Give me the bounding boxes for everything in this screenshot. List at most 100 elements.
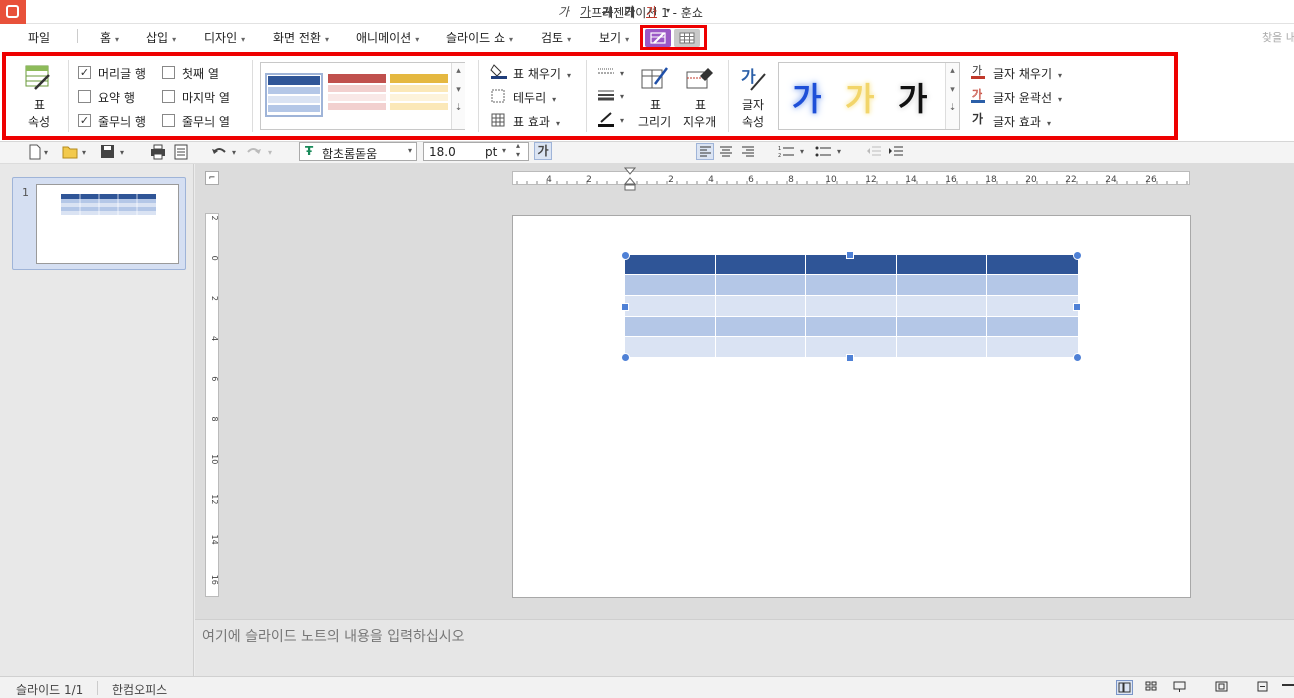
numbered-list-icon[interactable]: 1 2 ▾ (778, 144, 808, 162)
table-cell[interactable] (896, 337, 988, 358)
ruler-tick-label: 14 (210, 535, 218, 545)
menu-transition[interactable]: 화면 전환 ▾ (273, 29, 329, 46)
resize-handle-bottom-left[interactable] (621, 353, 630, 362)
font-type-icon: Ŧ (305, 144, 314, 158)
print-preview-icon[interactable] (174, 144, 188, 163)
undo-icon[interactable]: ▾ (210, 144, 240, 163)
normal-view-icon[interactable] (1116, 680, 1133, 695)
table-cell[interactable] (987, 295, 1078, 317)
svg-text:▾: ▾ (120, 148, 124, 157)
table-cell[interactable] (987, 316, 1078, 338)
svg-text:▾: ▾ (268, 148, 272, 157)
menu-design[interactable]: 디자인 ▾ (204, 29, 245, 46)
resize-handle-right[interactable] (1073, 303, 1081, 311)
table-header-cell[interactable] (987, 255, 1078, 275)
ruler-tick-label: 12 (865, 175, 876, 184)
menu-insert[interactable]: 삽입 ▾ (146, 29, 176, 46)
font-dropdown-icon[interactable]: ▾ (408, 146, 412, 155)
resize-handle-bottom-right[interactable] (1073, 353, 1082, 362)
align-center-icon[interactable] (718, 144, 734, 162)
ruler-tick-label: 22 (1065, 175, 1076, 184)
vertical-ruler-ticks: 2 0 2 4 6 8 10 12 14 16 (210, 215, 219, 585)
table-cell[interactable] (896, 316, 988, 338)
status-slide-count: 슬라이드 1/1 (16, 683, 84, 697)
decrease-indent-icon[interactable] (866, 144, 882, 162)
table-header-cell[interactable] (625, 255, 716, 275)
table-design-tab-icon[interactable] (645, 29, 671, 47)
table-cell[interactable] (715, 337, 807, 358)
align-right-icon[interactable] (740, 144, 756, 162)
table-header-cell[interactable] (896, 255, 988, 275)
ruler-tick-label: 4 (210, 336, 218, 341)
menu-slideshow[interactable]: 슬라이드 쇼 ▾ (446, 29, 513, 46)
search-hint[interactable]: 찾을 내 (1262, 29, 1294, 45)
table-cell[interactable] (625, 316, 716, 338)
increase-indent-icon[interactable] (888, 144, 904, 162)
font-color-button[interactable]: 가 (646, 3, 657, 20)
save-icon[interactable]: ▾ (100, 144, 128, 163)
new-document-icon[interactable]: ▾ (28, 144, 52, 163)
table-cell[interactable] (896, 295, 988, 317)
slideshow-view-icon[interactable] (1172, 680, 1189, 695)
print-icon[interactable] (150, 144, 166, 163)
font-size-input[interactable]: 18.0 pt ▾ ▴ ▾ (423, 141, 529, 161)
table-cell[interactable] (625, 337, 716, 358)
table-cell[interactable] (806, 295, 897, 317)
fit-window-icon[interactable] (1214, 680, 1231, 695)
table-cell[interactable] (806, 275, 897, 296)
table-header-cell[interactable] (715, 255, 807, 275)
resize-handle-top[interactable] (846, 251, 854, 259)
resize-handle-left[interactable] (621, 303, 629, 311)
shadow-button[interactable]: 가 (624, 3, 635, 20)
ruler-tick-label: 4 (708, 175, 714, 184)
vertical-ruler[interactable]: 2 0 2 4 6 8 10 12 14 16 (205, 213, 219, 597)
menu-home[interactable]: 홈 ▾ (100, 29, 119, 46)
tab-stop-selector[interactable]: ⌐ (205, 171, 219, 185)
ruler-tick-label: 26 (1145, 175, 1157, 184)
table-cell[interactable] (987, 337, 1078, 358)
resize-handle-bottom[interactable] (846, 354, 854, 362)
align-left-icon[interactable] (696, 143, 714, 160)
menu-view[interactable]: 보기 ▾ (599, 29, 629, 46)
resize-handle-top-right[interactable] (1073, 251, 1082, 260)
slide-table[interactable] (625, 255, 1078, 358)
svg-text:▾: ▾ (800, 147, 804, 156)
font-color-dropdown-icon[interactable]: ▾ (666, 6, 670, 15)
slide-notes-placeholder[interactable]: 여기에 슬라이드 노트의 내용을 입력하십시오 (202, 626, 465, 646)
ruler-tick-label: 16 (210, 575, 218, 585)
table-cell[interactable] (715, 295, 807, 317)
underline-button[interactable]: 가 (580, 3, 591, 20)
svg-text:▾: ▾ (837, 147, 841, 156)
table-cell[interactable] (625, 295, 716, 317)
ruler-tick-label: 4 (546, 175, 552, 184)
bullet-list-icon[interactable]: ▾ (815, 144, 845, 162)
strikethrough-button[interactable]: 가 (602, 3, 613, 20)
italic-button[interactable]: 가 (558, 3, 569, 20)
table-layout-tab-icon[interactable] (674, 29, 700, 47)
zoom-slider[interactable] (1282, 684, 1294, 686)
font-name-select[interactable]: Ŧ 함초롬돋움 ▾ (299, 142, 417, 161)
ruler-tick-label: 10 (825, 175, 837, 184)
slide-sorter-icon[interactable] (1144, 680, 1161, 695)
svg-text:▾: ▾ (44, 148, 48, 157)
bold-button[interactable]: 가 (534, 142, 552, 160)
menu-review[interactable]: 검토 ▾ (541, 29, 571, 46)
redo-icon[interactable]: ▾ (246, 144, 276, 163)
ribbon-highlight-frame (2, 52, 1178, 140)
zoom-out-icon[interactable] (1256, 680, 1273, 695)
open-folder-icon[interactable]: ▾ (62, 144, 90, 163)
table-cell[interactable] (715, 275, 807, 296)
resize-handle-top-left[interactable] (621, 251, 630, 260)
indent-marker-icon[interactable] (623, 167, 637, 194)
menu-animation[interactable]: 애니메이션 ▾ (356, 29, 419, 46)
slide-thumbnail[interactable] (36, 184, 179, 264)
unit-dropdown-icon[interactable]: ▾ (502, 146, 506, 155)
menu-file[interactable]: 파일 (28, 29, 50, 46)
table-cell[interactable] (715, 316, 807, 338)
horizontal-ruler[interactable]: 4 2 2 4 6 8 10 12 14 16 18 20 22 24 26 (512, 171, 1190, 185)
table-cell[interactable] (987, 275, 1078, 296)
size-spinner-icon[interactable]: ▴ ▾ (516, 141, 520, 159)
table-cell[interactable] (806, 316, 897, 338)
table-cell[interactable] (625, 275, 716, 296)
table-cell[interactable] (896, 275, 988, 296)
